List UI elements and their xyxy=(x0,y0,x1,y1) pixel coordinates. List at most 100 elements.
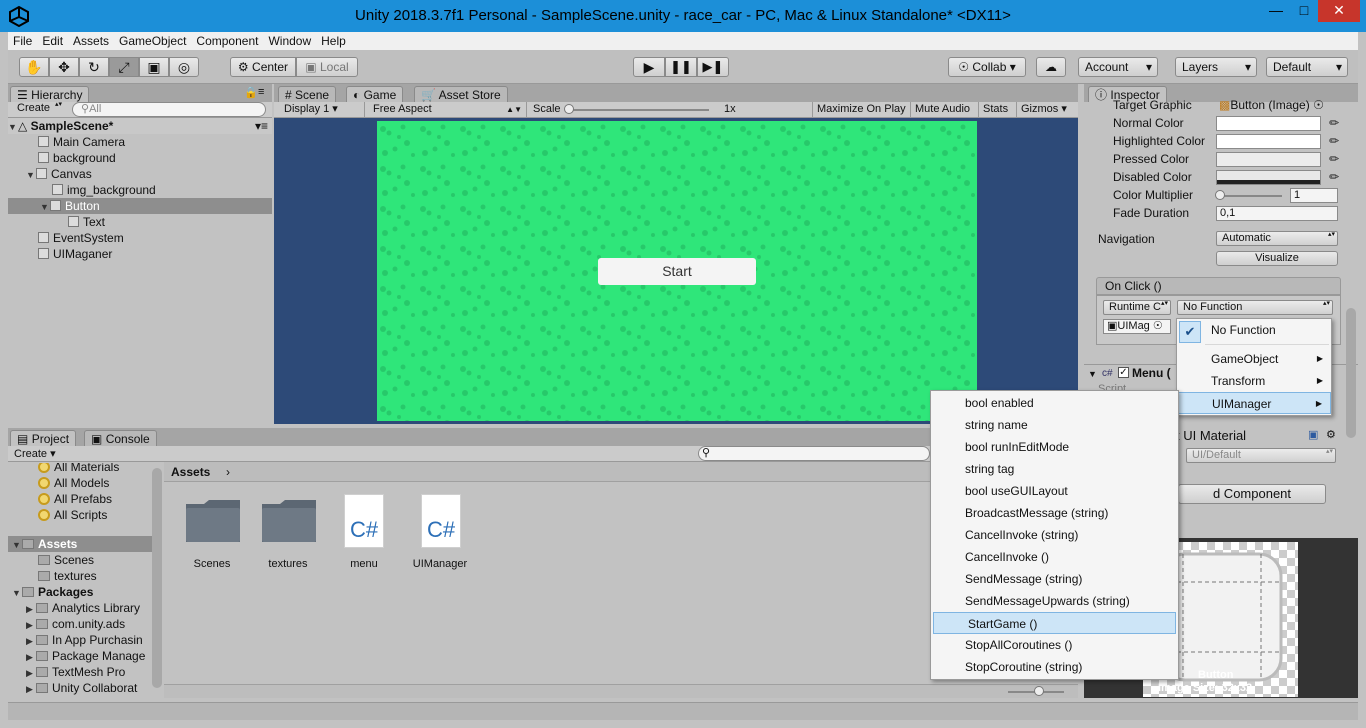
hierarchy-item-img-background[interactable]: img_background xyxy=(52,182,156,198)
mute-audio-toggle[interactable]: Mute Audio xyxy=(910,102,974,117)
highlighted-color-swatch[interactable] xyxy=(1216,134,1321,149)
hierarchy-item-uimaganer[interactable]: UIMaganer xyxy=(38,246,112,262)
tree-package[interactable]: ▶ com.unity.ads xyxy=(26,616,125,632)
icon-size-slider-thumb[interactable] xyxy=(1034,686,1044,696)
menu-edit[interactable]: Edit xyxy=(37,32,68,50)
lock-icon[interactable]: 🔒 xyxy=(244,86,258,99)
hierarchy-search-input[interactable]: ⚲All xyxy=(72,102,266,117)
csharp-script-icon[interactable]: C# xyxy=(344,494,384,548)
scene-row[interactable]: ▼△ SampleScene* ▾≡ xyxy=(8,118,272,134)
breadcrumb-assets[interactable]: Assets xyxy=(171,464,210,480)
scale-tool-icon[interactable]: ⤢ xyxy=(109,57,139,77)
eyedropper-icon[interactable]: ✏ xyxy=(1327,116,1341,130)
project-search-input[interactable]: ⚲ xyxy=(698,446,930,461)
inspector-scrollbar[interactable] xyxy=(1346,308,1356,438)
menu-item-string-name[interactable]: string name xyxy=(931,414,1178,436)
pivot-center-button[interactable]: ⚙ Center xyxy=(230,57,296,77)
menu-file[interactable]: File xyxy=(8,32,37,50)
menu-item-bool-useguilayout[interactable]: bool useGUILayout xyxy=(931,480,1178,502)
tab-game[interactable]: ◐ Game xyxy=(346,86,404,102)
rect-tool-icon[interactable]: ▣ xyxy=(139,57,169,77)
transform-tool-icon[interactable]: ◎ xyxy=(169,57,199,77)
menu-item-no-function[interactable]: No Function xyxy=(1177,319,1331,341)
menu-item-stopcoroutine[interactable]: StopCoroutine (string) xyxy=(931,656,1178,678)
pressed-color-swatch[interactable] xyxy=(1216,152,1321,167)
maximize-icon[interactable]: □ xyxy=(1290,0,1318,22)
menu-assets[interactable]: Assets xyxy=(68,32,114,50)
eyedropper-icon[interactable]: ✏ xyxy=(1327,152,1341,166)
navigation-dropdown[interactable]: Automatic xyxy=(1216,231,1338,246)
fade-duration-input[interactable]: 0,1 xyxy=(1216,206,1338,221)
tree-package[interactable]: ▶ In App Purchasin xyxy=(26,632,143,648)
menu-item-bool-runineditmode[interactable]: bool runInEditMode xyxy=(931,436,1178,458)
favorite-all-scripts[interactable]: All Scripts xyxy=(38,507,107,523)
menu-item-transform[interactable]: Transform ▶ xyxy=(1177,370,1331,392)
target-graphic-field[interactable]: ▩Button (Image) ☉ xyxy=(1219,97,1324,113)
pivot-local-button[interactable]: ▣ Local xyxy=(296,57,358,77)
asset-textures-label[interactable]: textures xyxy=(253,558,323,570)
favorite-all-models[interactable]: All Models xyxy=(38,475,109,491)
color-multiplier-slider[interactable] xyxy=(1220,195,1282,197)
menu-item-uimanager[interactable]: UIManager ▶ xyxy=(1177,392,1331,414)
object-picker-icon[interactable]: ☉ xyxy=(1153,320,1163,332)
minimize-icon[interactable]: — xyxy=(1262,0,1290,22)
menu-item-cancelinvoke-string[interactable]: CancelInvoke (string) xyxy=(931,524,1178,546)
game-start-button[interactable]: Start xyxy=(598,258,756,285)
aspect-dropdown[interactable]: Free Aspect ▲▼ xyxy=(364,102,524,117)
menu-help[interactable]: Help xyxy=(316,32,351,50)
tree-textures[interactable]: textures xyxy=(38,568,97,584)
eyedropper-icon[interactable]: ✏ xyxy=(1327,170,1341,184)
eyedropper-icon[interactable]: ✏ xyxy=(1327,134,1341,148)
hierarchy-item-eventsystem[interactable]: EventSystem xyxy=(38,230,124,246)
menu-item-startgame[interactable]: StartGame () xyxy=(933,612,1176,634)
asset-scenes-label[interactable]: Scenes xyxy=(177,558,247,570)
menu-item-stopallcoroutines[interactable]: StopAllCoroutines () xyxy=(931,634,1178,656)
object-picker-icon[interactable]: ☉ xyxy=(1313,98,1324,112)
display-dropdown[interactable]: Display 1 ▾ xyxy=(284,102,338,117)
scale-slider-thumb[interactable] xyxy=(564,104,574,114)
disabled-color-swatch[interactable] xyxy=(1216,170,1321,185)
tree-package[interactable]: ▶ TextMesh Pro xyxy=(26,664,125,680)
enabled-checkbox[interactable]: ✓ xyxy=(1118,367,1129,378)
project-tree-scrollbar[interactable] xyxy=(152,468,162,688)
menu-item-bool-enabled[interactable]: bool enabled xyxy=(931,392,1178,414)
asset-menu-label[interactable]: menu xyxy=(329,558,399,570)
folder-icon[interactable] xyxy=(260,498,318,544)
menu-item-sendmessageupwards[interactable]: SendMessageUpwards (string) xyxy=(931,590,1178,612)
hand-tool-icon[interactable]: ✋ xyxy=(19,57,49,77)
cloud-button[interactable]: ☁ xyxy=(1036,57,1066,77)
color-multiplier-thumb[interactable] xyxy=(1215,190,1225,200)
hierarchy-item-text[interactable]: Text xyxy=(68,214,105,230)
tree-assets[interactable]: ▼ Assets xyxy=(8,536,153,552)
function-dropdown[interactable]: No Function xyxy=(1177,300,1333,315)
asset-uimanager-label[interactable]: UIManager xyxy=(405,558,475,570)
tab-project[interactable]: ▤ Project xyxy=(10,430,77,446)
collab-dropdown[interactable]: ☉ Collab ▾ xyxy=(948,57,1026,77)
rotate-tool-icon[interactable]: ↻ xyxy=(79,57,109,77)
step-button[interactable]: ▶❚ xyxy=(697,57,729,77)
tab-asset-store[interactable]: 🛒 Asset Store xyxy=(414,86,508,102)
tab-hierarchy[interactable]: ☰ Hierarchy xyxy=(10,86,90,102)
layout-dropdown[interactable]: Default ▾ xyxy=(1266,57,1348,77)
hierarchy-item-main-camera[interactable]: Main Camera xyxy=(38,134,125,150)
project-create-button[interactable]: Create ▾ xyxy=(14,447,56,460)
menu-component[interactable]: Component xyxy=(191,32,263,50)
tree-package[interactable]: ▶ Unity Collaborat xyxy=(26,680,137,696)
settings-gear-icon[interactable]: ⚙ xyxy=(1326,428,1336,441)
hierarchy-item-button[interactable]: ▼ Button xyxy=(8,198,272,214)
expand-arrow-icon[interactable]: ▼ xyxy=(1088,369,1097,379)
tree-scenes[interactable]: Scenes xyxy=(38,552,94,568)
stats-toggle[interactable]: Stats xyxy=(978,102,1012,117)
layers-dropdown[interactable]: Layers ▾ xyxy=(1175,57,1257,77)
tree-package[interactable]: ▶ Package Manage xyxy=(26,648,145,664)
visualize-button[interactable]: Visualize xyxy=(1216,251,1338,266)
menu-item-string-tag[interactable]: string tag xyxy=(931,458,1178,480)
tab-scene[interactable]: # Scene xyxy=(278,86,337,102)
runtime-dropdown[interactable]: Runtime C xyxy=(1103,300,1171,315)
normal-color-swatch[interactable] xyxy=(1216,116,1321,131)
add-component-button[interactable]: d Component xyxy=(1178,484,1326,504)
csharp-script-icon[interactable]: C# xyxy=(421,494,461,548)
menu-item-broadcastmessage[interactable]: BroadcastMessage (string) xyxy=(931,502,1178,524)
hierarchy-create-button[interactable]: Create xyxy=(12,102,64,117)
panel-menu-icon[interactable]: ≡ xyxy=(258,86,264,98)
